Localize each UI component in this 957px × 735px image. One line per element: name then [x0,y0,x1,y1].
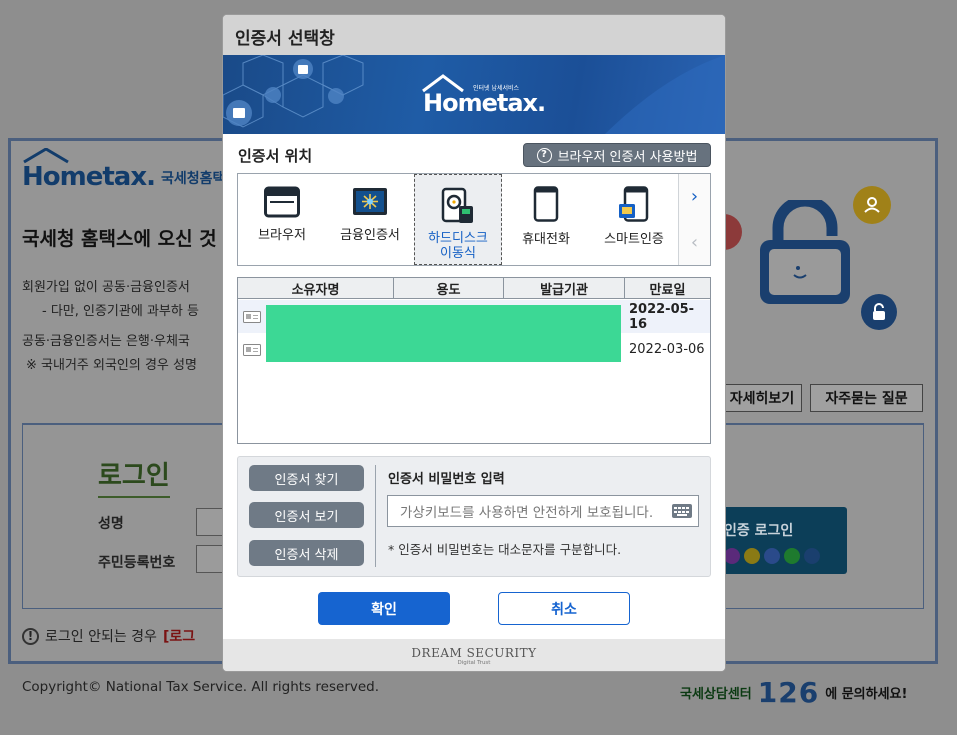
faq-button[interactable]: 자주묻는 질문 [810,384,923,412]
col-usage: 용도 [394,278,504,298]
login-title: 로그인 [98,455,170,498]
footer-brand: DREAM SECURITY [411,646,537,660]
ok-button[interactable]: 확인 [318,592,450,625]
next-arrow-icon[interactable]: › [691,186,698,207]
exclamation-icon: ! [22,627,39,645]
call-center-label: 국세상담센터 [680,687,752,702]
cancel-button[interactable]: 취소 [498,592,630,625]
provider-icon [724,548,740,564]
divider [375,465,376,567]
dialog-banner: 인터넷 납세서비스 Hometax. [223,55,725,134]
redaction-block [266,305,621,362]
location-label: 스마트인증 [604,232,664,247]
provider-icon [784,548,800,564]
browser-icon [264,186,300,218]
location-label: 브라우저 [258,228,306,243]
call-center-suffix: 에 문의하세요! [825,687,908,702]
location-label: 금융인증서 [340,228,400,243]
user-circle-icon [853,186,891,224]
hometax-logo: Hometax. 국세청홈택스 [22,148,238,192]
browser-cert-help-button[interactable]: ? 브라우저 인증서 사용방법 [523,143,711,167]
name-label: 성명 [98,516,124,532]
copyright: Copyright© National Tax Service. All rig… [22,679,380,695]
lock-illustration-icon [760,200,850,304]
banner-hometax-logo: 인터넷 납세서비스 Hometax. [421,73,546,121]
virtual-keyboard-icon[interactable] [672,504,692,518]
harddisk-icon [441,187,473,223]
info-line: ※ 국내거주 외국인의 경우 성명 [26,358,197,373]
banner-wave-icon [605,55,725,134]
cert-login-button[interactable]: 인증 로그인 [716,507,847,574]
expiry-date: 2022-03-06 [629,342,705,357]
cert-table: 소유자명 용도 발급기관 만료일 2022-05-16 2022-03-06 [237,277,711,444]
cert-card-icon [238,310,266,323]
dialog-title: 인증서 선택창 [223,15,725,55]
provider-icon [764,548,780,564]
welcome-heading: 국세청 홈택스에 오신 것 [22,228,217,250]
password-placeholder: 가상키보드를 사용하면 안전하게 보호됩니다. [400,505,654,521]
warn-link[interactable]: [로그 [163,626,195,646]
banner-word: Hometax. [423,89,546,117]
hometax-house-icon [23,148,69,164]
detail-view-button[interactable]: 자세히보기 [722,384,802,412]
password-title: 인증서 비밀번호 입력 [388,472,505,487]
cert-location-label: 인증서 위치 [238,147,313,165]
password-note: * 인증서 비밀번호는 대소문자를 구분합니다. [388,542,622,557]
location-smart-cert[interactable]: 스마트인증 [590,174,678,265]
location-harddisk[interactable]: 하드디스크 이동식 [414,174,502,265]
expiry-date: 2022-05-16 [629,301,695,332]
provider-icon [744,548,760,564]
login-trouble-notice: ! 로그인 안되는 경우 [로그 [22,626,195,646]
rrn-label: 주민등록번호 [98,555,176,571]
location-nav: › ‹ [678,174,710,265]
call-center-number: 126 [757,676,820,709]
col-issuer: 발급기관 [504,278,625,298]
location-label: 하드디스크 이동식 [428,231,488,261]
cert-select-dialog: 인증서 선택창 인터넷 납세서비스 Hometax. 인증서 위치 ? 브라우저… [222,14,726,672]
cert-login-label: 인증 로그인 [724,523,794,539]
cert-card-icon [238,343,266,356]
warn-text: 로그인 안되는 경우 [45,629,157,645]
location-mobile-phone[interactable]: 휴대전화 [502,174,590,265]
banner-network-icon [223,55,364,128]
cert-table-header: 소유자명 용도 발급기관 만료일 [238,278,710,299]
mobile-phone-icon [533,186,559,222]
provider-icon [804,548,820,564]
info-line: - 다만, 인증기관에 과부하 등 [42,304,199,319]
cert-location-selector: 브라우저 금융인증서 하드디스크 이동식 휴대전화 스마트인증 › ‹ [237,173,711,266]
question-icon: ? [536,147,552,163]
col-owner: 소유자명 [238,278,394,298]
footer-sub: Digital Trust [457,660,491,666]
prev-arrow-icon[interactable]: ‹ [691,232,698,253]
password-panel: 인증서 찾기 인증서 보기 인증서 삭제 인증서 비밀번호 입력 가상키보드를 … [237,456,711,577]
dialog-footer: DREAM SECURITY Digital Trust [223,639,725,671]
password-input[interactable]: 가상키보드를 사용하면 안전하게 보호됩니다. [387,495,699,527]
financial-cert-icon [353,188,387,215]
info-line: 공동·금융인증서는 은행·우체국 [22,334,190,349]
location-browser[interactable]: 브라우저 [238,174,326,265]
location-financial-cert[interactable]: 금융인증서 [326,174,414,265]
find-cert-button[interactable]: 인증서 찾기 [249,465,364,491]
smart-cert-icon [619,186,649,222]
help-button-label: 브라우저 인증서 사용방법 [557,149,698,165]
col-expiry: 만료일 [649,282,686,298]
call-center-banner: 국세상담센터 126 에 문의하세요! [680,676,907,709]
info-line: 회원가입 없이 공동·금융인증서 [22,280,190,295]
small-lock-circle-icon [861,294,897,330]
view-cert-button[interactable]: 인증서 보기 [249,502,364,528]
delete-cert-button[interactable]: 인증서 삭제 [249,540,364,566]
location-label: 휴대전화 [522,232,570,247]
